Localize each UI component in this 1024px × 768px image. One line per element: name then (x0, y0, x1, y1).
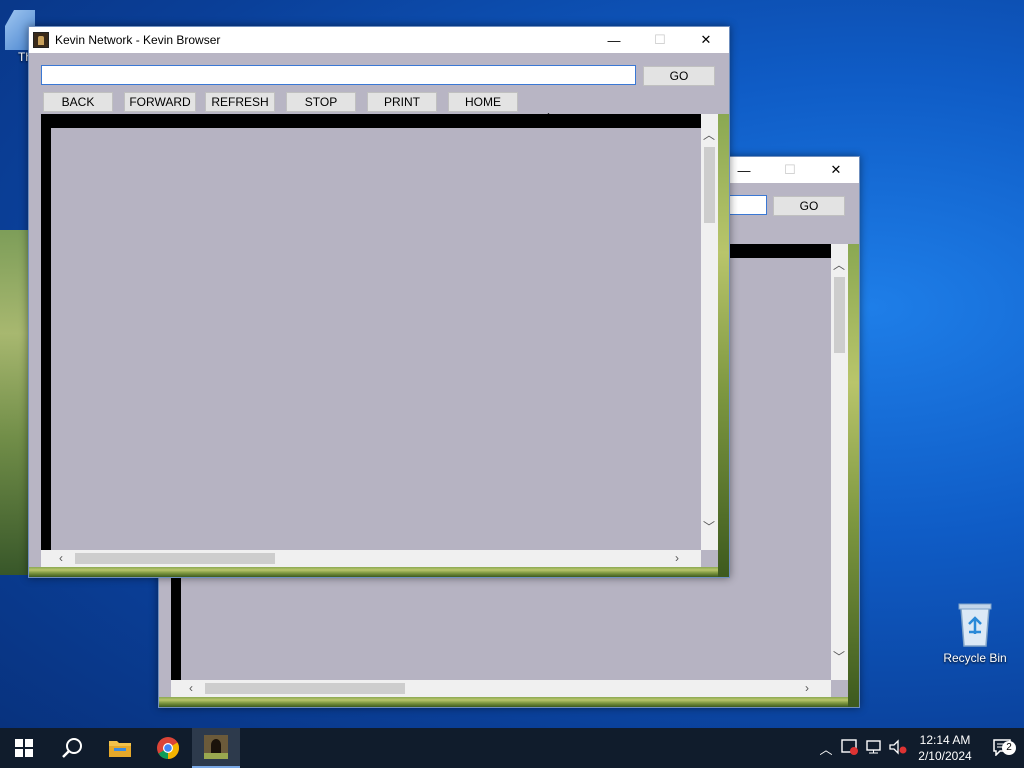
scroll-left-icon[interactable]: ‹ (183, 681, 199, 695)
clock-time: 12:14 AM (919, 733, 971, 747)
maximize-button[interactable]: ☐ (637, 27, 683, 53)
content-area (51, 128, 701, 550)
horizontal-scrollbar[interactable]: ‹ › (41, 550, 701, 567)
wallpaper-grass-left (0, 230, 30, 575)
minimize-icon: — (607, 32, 621, 48)
scroll-up-icon[interactable]: ︿ (701, 128, 717, 142)
search-icon (62, 738, 82, 758)
refresh-button[interactable]: REFRESH (205, 92, 275, 112)
vertical-scrollbar[interactable]: ︿ ﹀ (701, 114, 718, 550)
network-icon[interactable] (862, 739, 886, 758)
grass-strip-right-back (848, 244, 859, 707)
close-button-back[interactable]: ✕ (813, 157, 859, 183)
print-button[interactable]: PRINT (367, 92, 437, 112)
close-icon: ✕ (830, 162, 842, 177)
taskbar: ︿ 12:14 AM 2/10/2024 2 (0, 728, 1024, 768)
start-button[interactable] (0, 728, 48, 768)
window-title: Kevin Network - Kevin Browser (55, 33, 221, 47)
scroll-thumb-horizontal[interactable] (75, 553, 275, 564)
scroll-thumb-vertical-back[interactable] (834, 277, 845, 353)
scroll-thumb-vertical[interactable] (704, 147, 715, 223)
search-button[interactable] (48, 728, 96, 768)
file-explorer-button[interactable] (96, 728, 144, 768)
maximize-button-back[interactable]: ☐ (767, 157, 813, 183)
maximize-icon: ☐ (784, 162, 796, 177)
recycle-bin-icon (958, 603, 992, 647)
scroll-thumb-horizontal-back[interactable] (205, 683, 405, 694)
home-button[interactable]: HOME (448, 92, 518, 112)
go-button[interactable]: GO (643, 66, 715, 86)
grass-strip (29, 567, 729, 577)
chevron-up-icon: ︿ (819, 741, 833, 757)
app-icon (33, 32, 49, 48)
system-tray: ︿ 12:14 AM 2/10/2024 2 (814, 728, 1024, 768)
show-hidden-icons-button[interactable]: ︿ (814, 739, 838, 758)
kevin-browser-taskbar-button[interactable] (192, 728, 240, 768)
scroll-right-icon[interactable]: › (799, 681, 815, 695)
scroll-right-icon[interactable]: › (669, 551, 685, 565)
maximize-icon: ☐ (654, 32, 666, 47)
minimize-icon: — (737, 162, 751, 178)
scroll-left-icon[interactable]: ‹ (53, 551, 69, 565)
vertical-scrollbar-back[interactable]: ︿ ﹀ (831, 244, 848, 680)
close-button[interactable]: ✕ (683, 27, 729, 53)
security-status-icon[interactable] (838, 738, 862, 758)
notification-center-button[interactable]: 2 (980, 738, 1024, 759)
kevin-browser-icon (204, 735, 228, 759)
stop-button[interactable]: STOP (286, 92, 356, 112)
minimize-button[interactable]: — (591, 27, 637, 53)
url-input-back[interactable] (729, 195, 767, 215)
scroll-down-icon[interactable]: ﹀ (831, 650, 847, 664)
client-area-front: GO BACK FORWARD REFRESH STOP PRINT HOME … (29, 53, 729, 577)
chrome-icon (157, 737, 179, 759)
windows-start-icon (15, 739, 33, 757)
clock[interactable]: 12:14 AM 2/10/2024 (910, 732, 980, 764)
close-icon: ✕ (700, 32, 712, 47)
clock-date: 2/10/2024 (918, 749, 972, 763)
go-button-back[interactable]: GO (773, 196, 845, 216)
file-explorer-icon (109, 741, 131, 757)
back-button[interactable]: BACK (43, 92, 113, 112)
recycle-bin[interactable]: Recycle Bin (940, 602, 1010, 665)
chrome-button[interactable] (144, 728, 192, 768)
title-bar-front[interactable]: Kevin Network - Kevin Browser — ☐ ✕ (29, 27, 729, 53)
forward-button[interactable]: FORWARD (124, 92, 196, 112)
grass-strip-right (718, 114, 729, 577)
scroll-up-icon[interactable]: ︿ (831, 258, 847, 272)
scroll-down-icon[interactable]: ﹀ (701, 520, 717, 534)
grass-strip-back (159, 697, 859, 707)
volume-muted-icon[interactable] (886, 738, 910, 758)
notification-badge: 2 (1002, 740, 1016, 755)
recycle-bin-label: Recycle Bin (943, 651, 1007, 665)
url-input[interactable] (41, 65, 636, 85)
browser-window-front[interactable]: Kevin Network - Kevin Browser — ☐ ✕ GO B… (28, 26, 730, 578)
horizontal-scrollbar-back[interactable]: ‹ › (171, 680, 831, 697)
